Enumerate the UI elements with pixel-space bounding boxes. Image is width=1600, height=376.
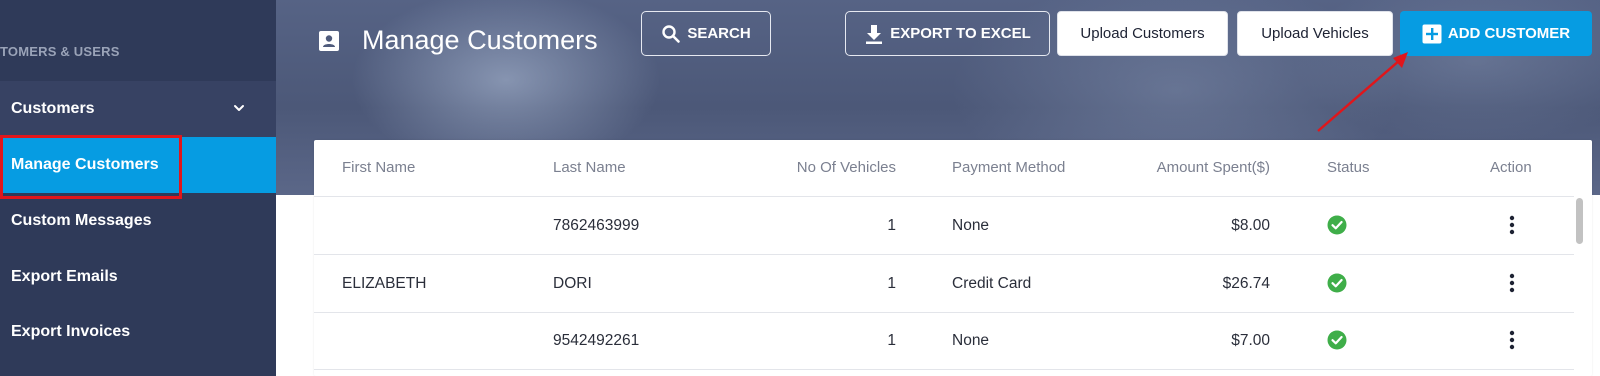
export-button-label: EXPORT TO EXCEL <box>890 25 1031 42</box>
add-customer-button[interactable]: ADD CUSTOMER <box>1400 11 1592 56</box>
table-scrollbar[interactable] <box>1576 198 1583 244</box>
column-header-vehicles[interactable]: No Of Vehicles <box>754 159 896 176</box>
cell-amount-spent: $7.00 <box>1231 332 1270 349</box>
check-circle-icon <box>1327 330 1347 350</box>
cell-last-name: DORI <box>553 275 592 292</box>
upload-vehicles-button[interactable]: Upload Vehicles <box>1237 11 1393 56</box>
column-header-first-name[interactable]: First Name <box>342 159 415 176</box>
search-icon <box>662 24 681 43</box>
more-vertical-icon[interactable] <box>1503 328 1521 352</box>
upload-customers-label: Upload Customers <box>1080 25 1205 42</box>
sidebar-item-label: Export Emails <box>11 268 118 285</box>
table-row[interactable]: ELIZABETH DORI 1 Credit Card $26.74 <box>314 255 1574 313</box>
contact-card-icon <box>319 31 339 51</box>
cell-payment-method: None <box>952 217 990 234</box>
add-customer-label: ADD CUSTOMER <box>1447 25 1571 42</box>
sidebar-item-manage-customers[interactable]: Manage Customers <box>0 137 276 193</box>
column-header-status[interactable]: Status <box>1327 159 1370 176</box>
table-header-row: First Name Last Name No Of Vehicles Paym… <box>314 140 1574 197</box>
column-header-action: Action <box>1490 159 1532 176</box>
page-title: Manage Customers <box>362 25 598 55</box>
more-vertical-icon[interactable] <box>1503 213 1521 237</box>
search-button-label: SEARCH <box>687 25 751 42</box>
cell-amount-spent: $26.74 <box>1222 275 1270 292</box>
check-circle-icon <box>1327 215 1347 235</box>
plus-box-icon <box>1422 24 1442 43</box>
sidebar-section-label: TOMERS & USERS <box>0 44 120 59</box>
cell-vehicles: 1 <box>887 332 896 349</box>
cell-first-name: ELIZABETH <box>342 275 427 292</box>
upload-vehicles-label: Upload Vehicles <box>1261 25 1369 42</box>
cell-vehicles: 1 <box>887 217 896 234</box>
table-row[interactable]: 9542492261 1 None $7.00 <box>314 312 1574 370</box>
sidebar-item-export-invoices[interactable]: Export Invoices <box>0 304 276 360</box>
sidebar-item-export-emails[interactable]: Export Emails <box>0 249 276 305</box>
cell-last-name: 9542492261 <box>553 332 640 349</box>
search-button[interactable]: SEARCH <box>641 11 771 56</box>
cell-payment-method: Credit Card <box>952 275 1032 292</box>
cell-vehicles: 1 <box>887 275 896 292</box>
sidebar: TOMERS & USERS Customers Manage Customer… <box>0 0 276 376</box>
upload-customers-button[interactable]: Upload Customers <box>1057 11 1228 56</box>
sidebar-item-custom-messages[interactable]: Custom Messages <box>0 193 276 249</box>
sidebar-item-customers[interactable]: Customers <box>0 81 276 137</box>
column-header-last-name[interactable]: Last Name <box>553 159 626 176</box>
download-icon <box>866 24 883 44</box>
cell-payment-method: None <box>952 332 990 349</box>
sidebar-item-label: Custom Messages <box>11 212 152 229</box>
sidebar-item-label: Export Invoices <box>11 323 131 340</box>
sidebar-item-label: Customers <box>11 100 95 117</box>
chevron-down-icon <box>234 105 244 111</box>
column-header-amount-spent[interactable]: Amount Spent($) <box>1104 159 1270 176</box>
table-row[interactable]: 7862463999 1 None $8.00 <box>314 197 1574 255</box>
cell-amount-spent: $8.00 <box>1231 217 1270 234</box>
customers-table: First Name Last Name No Of Vehicles Paym… <box>314 140 1592 376</box>
cell-last-name: 7862463999 <box>553 217 640 234</box>
sidebar-item-label: Manage Customers <box>11 156 159 173</box>
check-circle-icon <box>1327 273 1347 293</box>
more-vertical-icon[interactable] <box>1503 271 1521 295</box>
column-header-payment-method[interactable]: Payment Method <box>952 159 1065 176</box>
export-to-excel-button[interactable]: EXPORT TO EXCEL <box>845 11 1050 56</box>
